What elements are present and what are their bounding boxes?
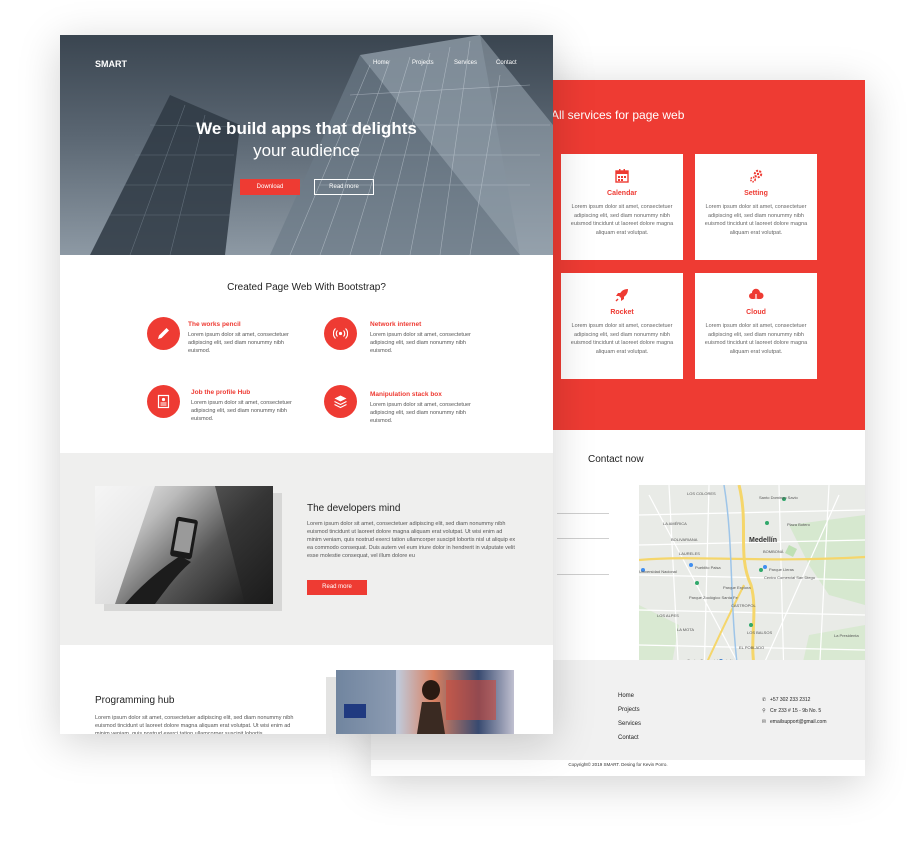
address-text: Crr 233 # 15 - 9b No. 5 [770,708,822,714]
map-label: Parque Lleras [769,567,794,572]
download-button[interactable]: Download [240,179,300,195]
front-page-preview: SMART Home Projects Services Contact We … [60,35,553,734]
service-card-calendar[interactable]: Calendar Lorem ipsum dolor sit amet, con… [561,154,683,260]
service-card-setting[interactable]: Setting Lorem ipsum dolor sit amet, cons… [695,154,817,260]
developers-section: The developers mind Lorem ipsum dolor si… [60,453,553,645]
footer-link-home[interactable]: Home [618,693,634,699]
features-title: Created Page Web With Bootstrap? [227,282,386,293]
feature-icon-circle [324,317,357,350]
map-label: Centro Comercial San Diego [764,575,815,580]
nav-projects[interactable]: Projects [412,60,434,66]
service-title: Cloud [746,309,766,316]
service-card-cloud[interactable]: Cloud Lorem ipsum dolor sit amet, consec… [695,273,817,379]
service-text: Lorem ipsum dolor sit amet, consectetuer… [570,204,674,236]
contact-message-field[interactable] [557,574,609,575]
feature-text: Lorem ipsum dolor sit amet, consectetuer… [191,400,292,422]
footer-link-projects[interactable]: Projects [618,707,640,713]
network-signal-icon [333,328,348,339]
feature-text: Lorem ipsum dolor sit amet, consectetuer… [370,332,471,354]
footer-link-services[interactable]: Services [618,721,641,727]
programming-photo [336,670,514,734]
profile-card-icon [157,394,170,409]
programming-text: Lorem ipsum dolor sit amet, consectetuer… [95,715,294,734]
hero-subheadline: your audience [253,141,360,160]
contact-title: Contact now [588,454,644,465]
developers-photo [95,486,273,604]
hero-section: SMART Home Projects Services Contact We … [60,35,553,255]
map-label: Parque Explora [723,585,751,590]
service-text: Lorem ipsum dolor sit amet, consectetuer… [570,323,674,355]
map-label: LAURELES [679,551,700,556]
map-label: LOS COLORES [687,491,716,496]
footer-address: ⚲ Crr 233 # 15 - 9b No. 5 [761,708,821,714]
phone-icon: ✆ [761,697,767,703]
pencil-icon [158,328,169,339]
contact-email-field[interactable] [557,538,609,539]
services-title: All services for page web [551,108,685,122]
feature-title: The works pencil [188,321,241,328]
rocket-icon [615,289,628,302]
feature-title: Job the profile Hub [191,389,251,396]
gear-icon [749,169,763,183]
feature-title: Manipulation stack box [370,391,442,398]
city-street-image [336,670,496,734]
map-label: LA MOTA [677,627,695,632]
map-label: CASTROPOL [731,603,756,608]
contact-name-field[interactable] [557,513,609,514]
feature-icon-circle [324,385,357,418]
programming-title: Programming hub [95,695,175,706]
hand-holding-phone-image [95,486,273,604]
service-text: Lorem ipsum dolor sit amet, consectetuer… [704,204,808,236]
footer-link-contact[interactable]: Contact [618,735,639,741]
map-label: Parque Zoológico Santa Fe [689,595,738,600]
feature-text: Lorem ipsum dolor sit amet, consectetuer… [370,402,471,424]
map-label-city: Medellín [749,537,778,544]
developers-title: The developers mind [307,503,401,514]
map-label: LOS BALSOS [747,630,773,635]
map-label: Pueblito Paisa [695,565,721,570]
map-label: BOMBONÁ [763,549,784,554]
service-title: Rocket [610,309,634,316]
developers-text: Lorem ipsum dolor sit amet, consectetuer… [307,521,516,559]
map-label: Universidad Nacional [639,569,677,574]
read-more-button[interactable]: Read more [314,179,374,195]
calendar-icon [615,169,629,183]
nav-home[interactable]: Home [373,60,389,66]
feature-icon-circle [147,317,180,350]
stack-layers-icon [334,395,347,409]
phone-text: +57 302 233 2312 [770,697,811,703]
feature-icon-circle [147,385,180,418]
map-label: La Presidenta [834,633,859,638]
service-title: Setting [744,190,768,197]
map-label: Santo Domingo Savio [759,495,798,500]
hero-headline: We build apps that delights [196,119,417,138]
map-roads [639,485,865,680]
map-label: BOLIVARIANA [671,537,698,542]
email-text[interactable]: emailsupport@gmail.com [770,719,826,725]
service-card-rocket[interactable]: Rocket Lorem ipsum dolor sit amet, conse… [561,273,683,379]
developers-read-more-button[interactable]: Read more [307,580,367,595]
mail-icon: ✉ [761,719,767,725]
map-label: Plaza Botero [787,522,810,527]
footer-phone: ✆ +57 302 233 2312 [761,697,811,703]
feature-text: Lorem ipsum dolor sit amet, consectetuer… [188,332,289,354]
nav-contact[interactable]: Contact [496,60,517,66]
logo[interactable]: SMART [95,59,127,69]
copyright: Copyright© 2019 SMART. Desing for Kevin … [568,762,668,767]
map-label: EL POBLADO [739,645,765,650]
feature-title: Network internet [370,321,422,328]
footer-email: ✉ emailsupport@gmail.com [761,719,827,725]
location-pin-icon: ⚲ [762,708,766,714]
cloud-icon [749,288,764,302]
nav-services[interactable]: Services [454,60,477,66]
service-title: Calendar [607,190,637,197]
location-map[interactable]: LOS COLORES Santo Domingo Savio LA AMÉRI… [639,485,865,680]
map-label: LA AMÉRICA [663,521,687,526]
map-label: LOS ALPES [657,613,679,618]
service-text: Lorem ipsum dolor sit amet, consectetuer… [704,323,808,355]
